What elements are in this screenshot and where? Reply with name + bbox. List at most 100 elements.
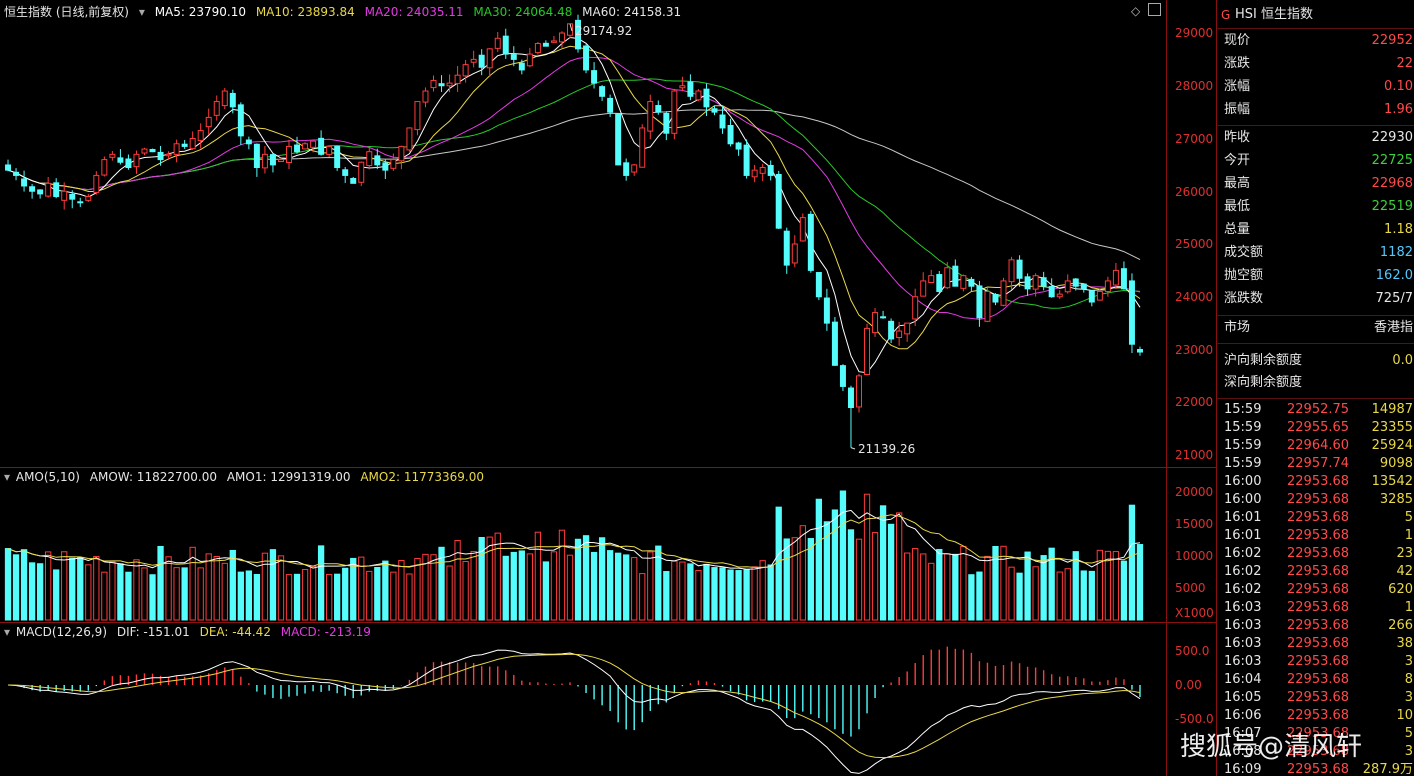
quote-row: 涨跌数 725/7 [1217,288,1414,310]
candle-body [831,321,838,366]
amo-bar [374,566,381,621]
amo-bar [149,574,156,621]
quote-row: 总量 1.18 [1217,219,1414,241]
panel-toggle-icon[interactable] [1148,3,1161,16]
macd-legend: ▾ MACD(12,26,9) DIF: -151.01 DEA: -44.42… [4,624,377,640]
candle-body [647,101,654,132]
amo-bar [301,569,309,621]
candle-body [904,322,911,335]
tick-time: 16:03 [1224,618,1262,633]
candle-body [390,159,397,169]
candle-body [518,62,525,71]
dropdown-icon[interactable]: ▾ [4,625,10,639]
tick-row: 15:59 22964.60 25924 [1217,437,1414,455]
candle-body [912,296,919,320]
amo-bar [912,548,919,621]
dropdown-icon[interactable]: ▾ [139,5,145,19]
amo-bar [751,566,758,621]
tick-volume: 13542 [1371,474,1413,489]
candle-body [839,365,846,387]
quote-row: 成交额 1182 [1217,242,1414,264]
candle-body [286,145,292,164]
tick-volume: 23355 [1371,420,1413,435]
tick-row: 15:59 22952.75 14987 [1217,401,1414,419]
amo-bar [366,570,373,621]
amo-bar [229,549,236,621]
candle-body [775,173,782,229]
tick-volume: 5 [1404,510,1413,525]
amo-bar [1072,551,1079,621]
amo-bar [446,565,453,621]
amo-bar [671,560,678,621]
amo-bar [12,554,20,621]
candle-body [358,161,365,183]
candle-body [205,116,212,128]
quote-key: 总量 [1224,222,1251,237]
candle-body [470,58,477,63]
candle-body [486,48,493,69]
candle-body [253,143,260,169]
amo-bar [791,537,798,621]
low-leader [850,447,856,450]
quote-row: 涨跌 22 [1217,53,1414,75]
candle-body [960,275,967,289]
amo-bar [85,564,92,621]
amo-bar [799,525,806,621]
amo-bar [406,573,413,621]
amo-bar [879,505,887,621]
candle-body [767,164,774,176]
divider [1217,315,1414,316]
quote-key: 涨跌数 [1224,291,1264,306]
candle-body [269,154,276,166]
candle-body [181,143,188,147]
amo-bar [317,545,325,621]
tick-row: 16:02 22953.68 42 [1217,563,1414,581]
amo-bar [719,567,726,621]
amo-bar [904,552,911,621]
candle-body [703,88,710,108]
diamond-icon[interactable]: ◇ [1131,4,1140,18]
market-key: 市场 [1224,320,1251,335]
amo-bar [462,560,469,621]
tick-time: 15:59 [1224,420,1262,435]
candle-body [1008,259,1015,283]
main-chart[interactable] [0,0,1166,776]
amo-bar [566,554,574,621]
candle-body [382,162,389,171]
candle-body [583,45,590,71]
candle-body [607,97,614,113]
amo-bar [390,571,397,621]
quote-value: 22968 [1371,176,1413,191]
candle-body [1064,280,1071,293]
tick-row: 16:02 22953.68 23 [1217,545,1414,563]
tick-row: 16:09 22953.68 287.9万 [1217,761,1414,776]
tick-time: 16:06 [1224,708,1262,723]
amo-ma-line [7,514,1141,568]
high-annotation: 29174.92 [575,24,633,38]
amo-bar [952,553,959,621]
candle-body [1016,259,1023,279]
axis-tick: 20000 [1175,485,1214,499]
axis-tick: 22000 [1175,395,1214,409]
chart-area[interactable] [0,0,1166,776]
amo-bar [181,567,188,621]
g-icon: G [1221,8,1231,22]
amo-bar [783,538,790,621]
quote-value: 1182 [1379,245,1413,260]
tick-time: 16:01 [1224,528,1262,543]
dropdown-icon[interactable]: ▾ [4,470,10,484]
candle-body [326,145,333,155]
amo-bar [430,554,437,621]
tick-volume: 3 [1404,690,1413,705]
amo-bar [1040,555,1047,621]
amo-bar [93,556,100,621]
amo-bar [1016,572,1023,621]
candle-body [968,278,975,287]
tick-time: 16:01 [1224,510,1262,525]
amo-bar [213,555,220,621]
candle-body [1096,290,1103,301]
tick-time: 15:59 [1224,456,1262,471]
amo-bar [277,555,285,621]
price-axis: 29000 28000 27000 26000 25000 24000 2300… [1166,0,1217,776]
quote-value: 1.96 [1384,102,1413,117]
